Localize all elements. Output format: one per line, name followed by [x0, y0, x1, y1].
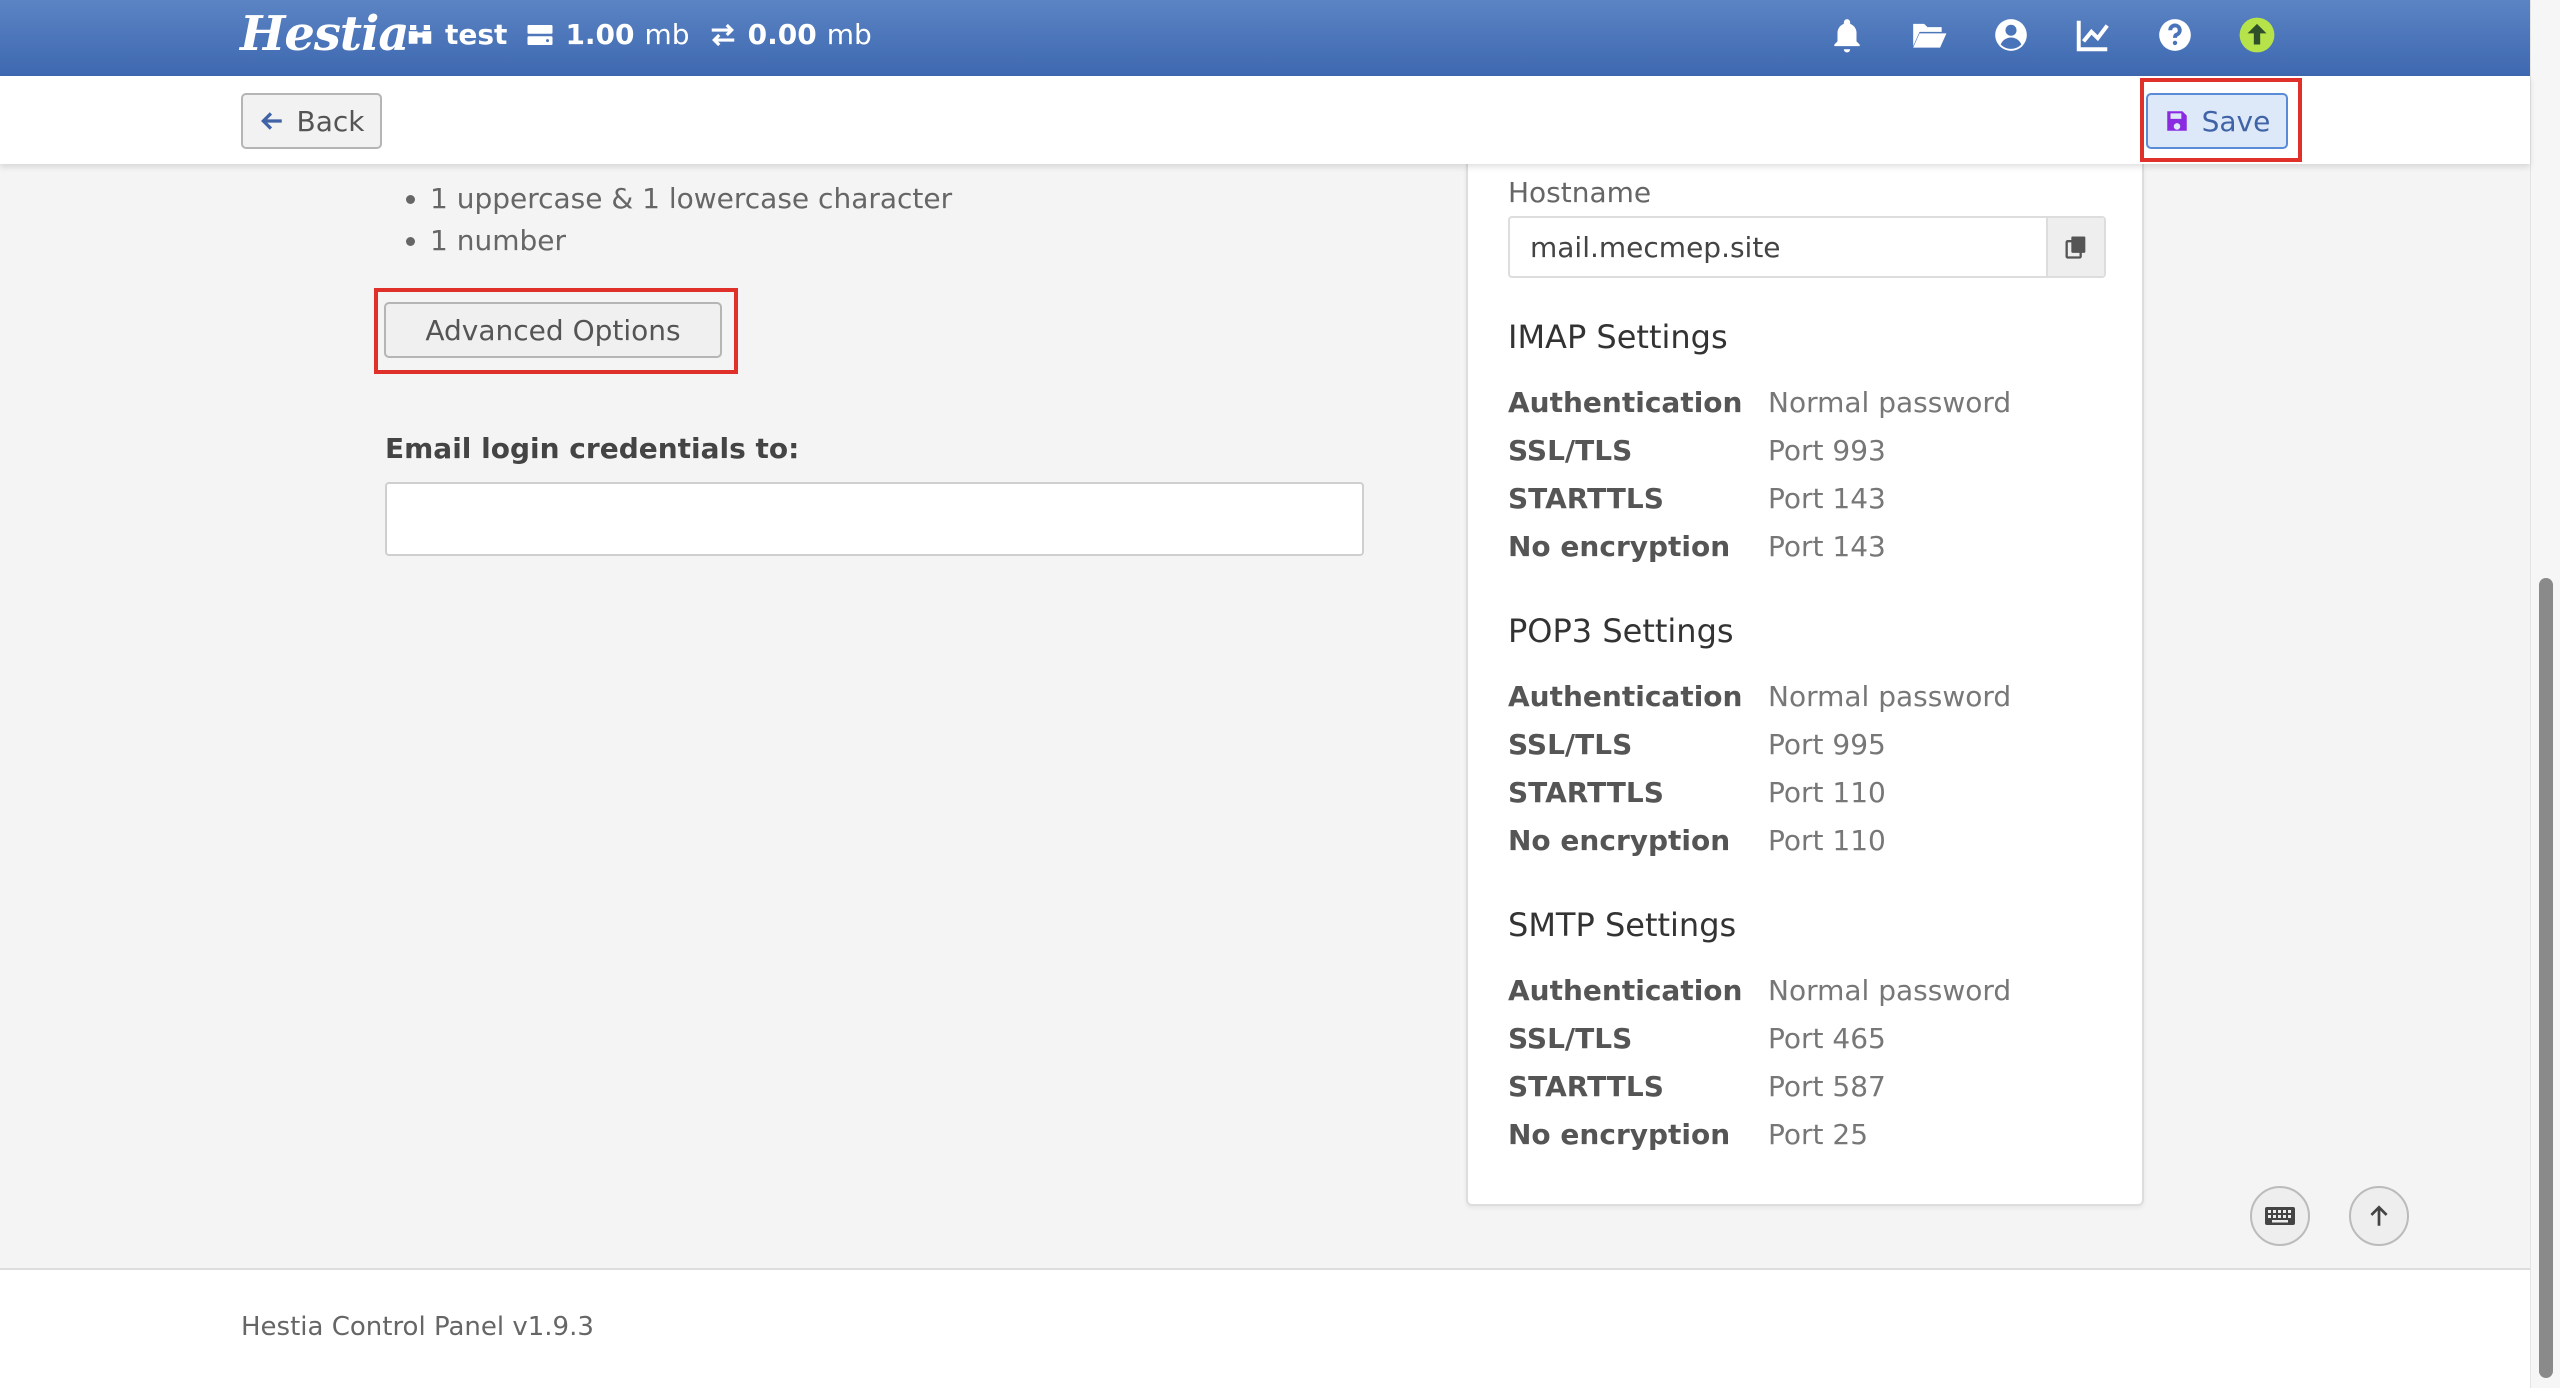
- smtp-row: STARTTLS Port 587: [1508, 1062, 2011, 1110]
- top-bar: Hestia test 1.00 mb 0.00 mb: [0, 0, 2530, 76]
- pop3-row: Authentication Normal password: [1508, 672, 2011, 720]
- bell-icon[interactable]: [1828, 16, 1866, 54]
- binoculars-icon: [408, 24, 432, 44]
- hestia-logo[interactable]: Hestia: [240, 6, 409, 62]
- setting-key: SSL/TLS: [1508, 433, 1633, 467]
- imap-settings-title: IMAP Settings: [1508, 318, 1728, 356]
- footer: Hestia Control Panel v1.9.3: [0, 1268, 2530, 1388]
- main-content: 1 uppercase & 1 lowercase character 1 nu…: [0, 164, 2530, 1264]
- question-icon[interactable]: [2156, 16, 2194, 54]
- imap-row: STARTTLS Port 143: [1508, 474, 2011, 522]
- setting-key: No encryption: [1508, 823, 1731, 857]
- copy-button[interactable]: [2046, 218, 2104, 276]
- setting-key: No encryption: [1508, 1117, 1731, 1151]
- transfer-arrows-icon: [711, 23, 734, 46]
- email-credentials-label: Email login credentials to:: [385, 432, 800, 465]
- setting-value: Port 143: [1768, 481, 1886, 515]
- setting-key: SSL/TLS: [1508, 1021, 1633, 1055]
- disk-usage-unit: mb: [644, 18, 690, 51]
- arrow-left-icon: [260, 112, 282, 130]
- setting-key: Authentication: [1508, 973, 1743, 1007]
- setting-value: Normal password: [1768, 973, 2012, 1007]
- username: test: [445, 18, 508, 51]
- setting-value: Port 110: [1768, 775, 1886, 809]
- setting-key: STARTTLS: [1508, 775, 1664, 809]
- top-icons: [1828, 16, 2276, 54]
- smtp-settings-title: SMTP Settings: [1508, 906, 1737, 944]
- requirement-item: 1 uppercase & 1 lowercase character: [430, 178, 952, 220]
- save-label: Save: [2201, 104, 2271, 138]
- bandwidth-unit: mb: [826, 18, 872, 51]
- footer-version: Hestia Control Panel v1.9.3: [241, 1312, 594, 1342]
- smtp-row: Authentication Normal password: [1508, 966, 2011, 1014]
- setting-value: Port 143: [1768, 529, 1886, 563]
- pop3-settings-title: POP3 Settings: [1508, 612, 1734, 650]
- imap-row: No encryption Port 143: [1508, 522, 2011, 570]
- hard-drive-icon: [527, 24, 553, 45]
- account-stats: test 1.00 mb 0.00 mb: [405, 18, 872, 51]
- smtp-settings: SMTP Settings Authentication Normal passw…: [1508, 906, 2011, 1158]
- page-scrollbar[interactable]: [2530, 0, 2560, 1388]
- setting-key: No encryption: [1508, 529, 1731, 563]
- keyboard-icon: [2265, 1207, 2295, 1225]
- bandwidth-stat[interactable]: 0.00 mb: [708, 18, 872, 51]
- keyboard-shortcuts-button[interactable]: [2250, 1186, 2310, 1246]
- setting-value: Normal password: [1768, 385, 2012, 419]
- imap-settings: IMAP Settings Authentication Normal passw…: [1508, 318, 2011, 570]
- save-button[interactable]: Save: [2146, 93, 2288, 149]
- setting-value: Port 993: [1768, 433, 1886, 467]
- back-label: Back: [296, 104, 365, 138]
- disk-usage-value: 1.00: [565, 18, 635, 51]
- setting-value: Normal password: [1768, 679, 2012, 713]
- chart-line-icon[interactable]: [2074, 16, 2112, 54]
- copy-icon: [2065, 236, 2086, 259]
- hostname-value: mail.mecmep.site: [1530, 231, 1781, 264]
- scrollbar-thumb[interactable]: [2539, 578, 2553, 1378]
- pop3-row: STARTTLS Port 110: [1508, 768, 2011, 816]
- password-requirements: 1 uppercase & 1 lowercase character 1 nu…: [430, 178, 952, 262]
- setting-key: STARTTLS: [1508, 481, 1664, 515]
- setting-key: Authentication: [1508, 679, 1743, 713]
- imap-row: Authentication Normal password: [1508, 378, 2011, 426]
- setting-value: Port 25: [1768, 1117, 1869, 1151]
- requirement-item: 1 number: [430, 220, 952, 262]
- setting-value: Port 587: [1768, 1069, 1886, 1103]
- mail-settings-card: Hostname mail.mecmep.site IMAP Settings …: [1466, 164, 2144, 1206]
- hostname-field[interactable]: mail.mecmep.site: [1508, 216, 2106, 278]
- user-stat[interactable]: test: [405, 18, 507, 51]
- back-button[interactable]: Back: [241, 93, 382, 149]
- bandwidth-value: 0.00: [747, 18, 817, 51]
- toolbar: Back Save: [0, 76, 2530, 164]
- setting-value: Port 465: [1768, 1021, 1886, 1055]
- pop3-row: No encryption Port 110: [1508, 816, 2011, 864]
- setting-key: Authentication: [1508, 385, 1743, 419]
- smtp-row: No encryption Port 25: [1508, 1110, 2011, 1158]
- hostname-label: Hostname: [1508, 176, 1652, 209]
- email-credentials-input[interactable]: [385, 482, 1364, 556]
- smtp-row: SSL/TLS Port 465: [1508, 1014, 2011, 1062]
- folder-icon[interactable]: [1910, 16, 1948, 54]
- scroll-to-top-button[interactable]: [2349, 1186, 2409, 1246]
- setting-key: STARTTLS: [1508, 1069, 1664, 1103]
- setting-value: Port 110: [1768, 823, 1886, 857]
- imap-row: SSL/TLS Port 993: [1508, 426, 2011, 474]
- pop3-settings: POP3 Settings Authentication Normal passw…: [1508, 612, 2011, 864]
- floppy-disk-icon: [2166, 111, 2187, 131]
- setting-key: SSL/TLS: [1508, 727, 1633, 761]
- upgrade-arrow-icon[interactable]: [2238, 16, 2276, 54]
- setting-value: Port 995: [1768, 727, 1886, 761]
- pop3-row: SSL/TLS Port 995: [1508, 720, 2011, 768]
- disk-stat[interactable]: 1.00 mb: [525, 18, 690, 51]
- advanced-options-button[interactable]: Advanced Options: [384, 302, 722, 358]
- arrow-up-icon: [2370, 1205, 2388, 1226]
- user-circle-icon[interactable]: [1992, 16, 2030, 54]
